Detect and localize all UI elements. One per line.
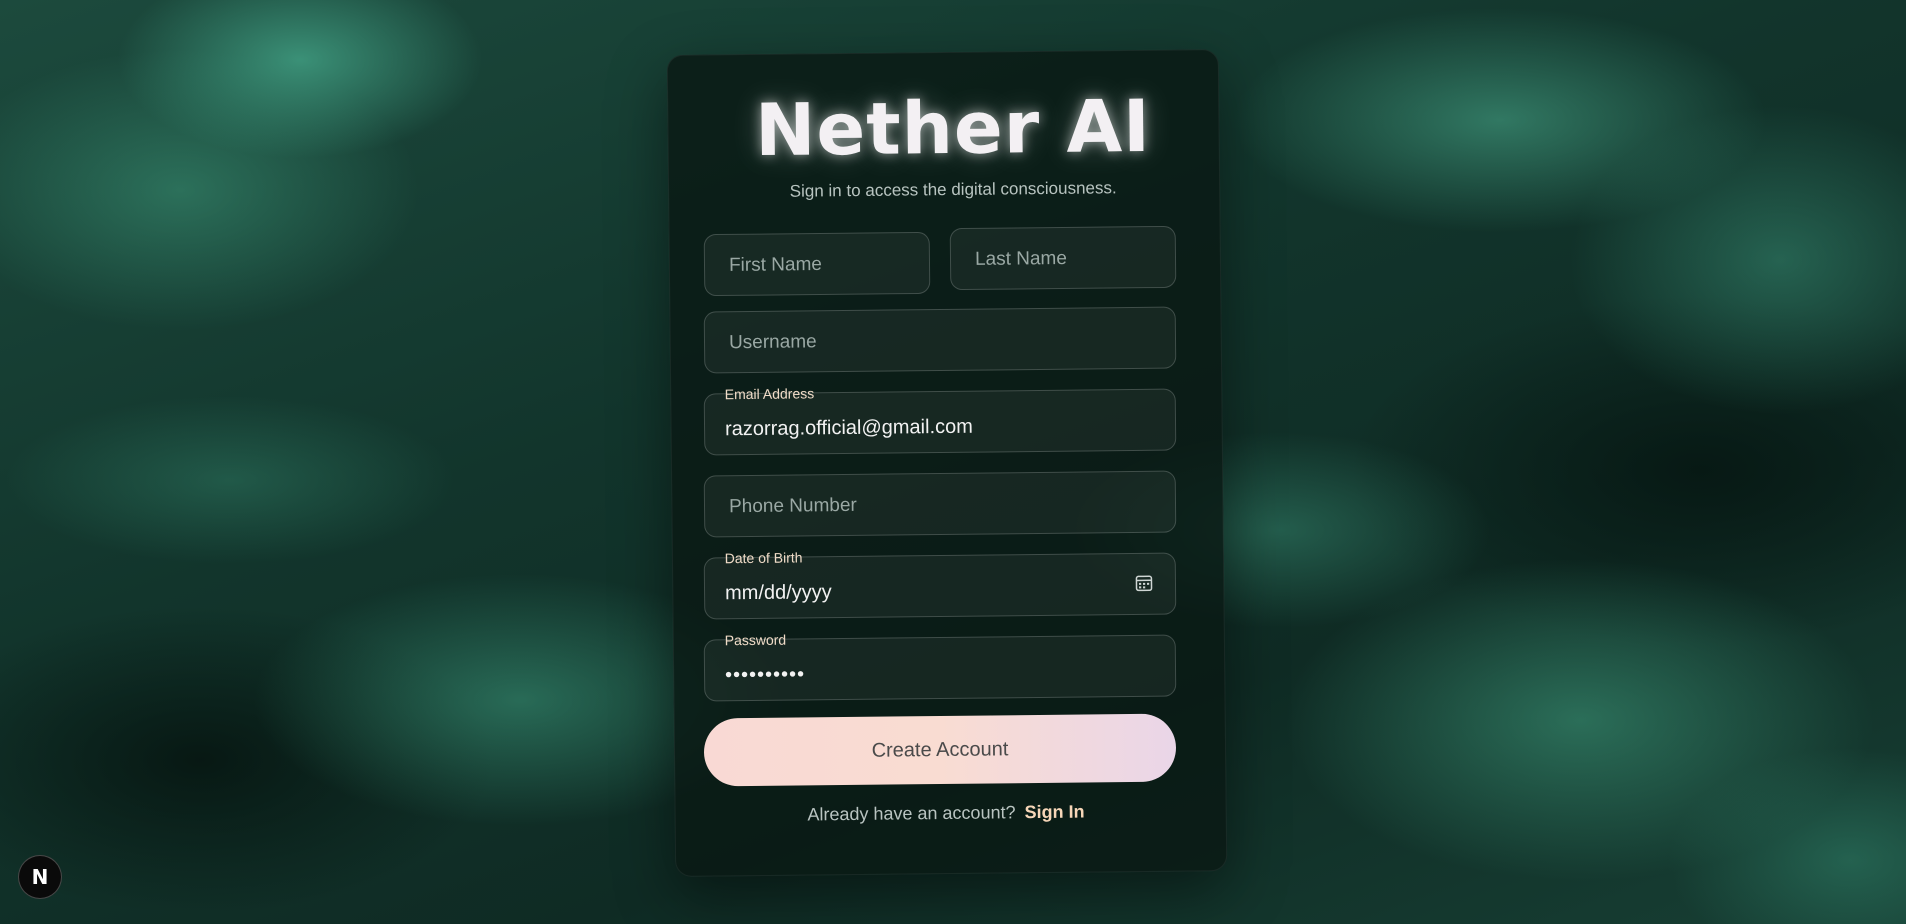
password-field[interactable]: Password •••••••••• xyxy=(703,631,1177,702)
first-name-field[interactable]: First Name xyxy=(703,231,931,297)
email-value: razorrag.official@gmail.com xyxy=(724,415,973,441)
sign-in-link[interactable]: Sign In xyxy=(1024,802,1084,823)
last-name-field[interactable]: Last Name xyxy=(949,225,1177,291)
dob-field[interactable]: Date of Birth mm/dd/yyyy xyxy=(703,549,1177,620)
password-value: •••••••••• xyxy=(724,663,806,687)
create-account-button[interactable]: Create Account xyxy=(703,713,1177,787)
dob-label: Date of Birth xyxy=(724,549,803,567)
last-name-placeholder: Last Name xyxy=(974,247,1067,270)
phone-placeholder: Phone Number xyxy=(728,494,857,518)
username-field[interactable]: Username xyxy=(703,306,1177,374)
signin-prompt-text: Already have an account? xyxy=(807,802,1016,825)
username-placeholder: Username xyxy=(728,331,817,354)
email-label: Email Address xyxy=(724,385,815,403)
first-name-placeholder: First Name xyxy=(728,253,823,276)
dob-value: mm/dd/yyyy xyxy=(724,581,832,605)
dev-tools-badge[interactable]: N xyxy=(18,855,62,899)
calendar-icon[interactable] xyxy=(1135,574,1153,592)
email-field[interactable]: Email Address razorrag.official@gmail.co… xyxy=(703,385,1177,456)
phone-field[interactable]: Phone Number xyxy=(703,470,1177,538)
password-label: Password xyxy=(724,631,787,649)
